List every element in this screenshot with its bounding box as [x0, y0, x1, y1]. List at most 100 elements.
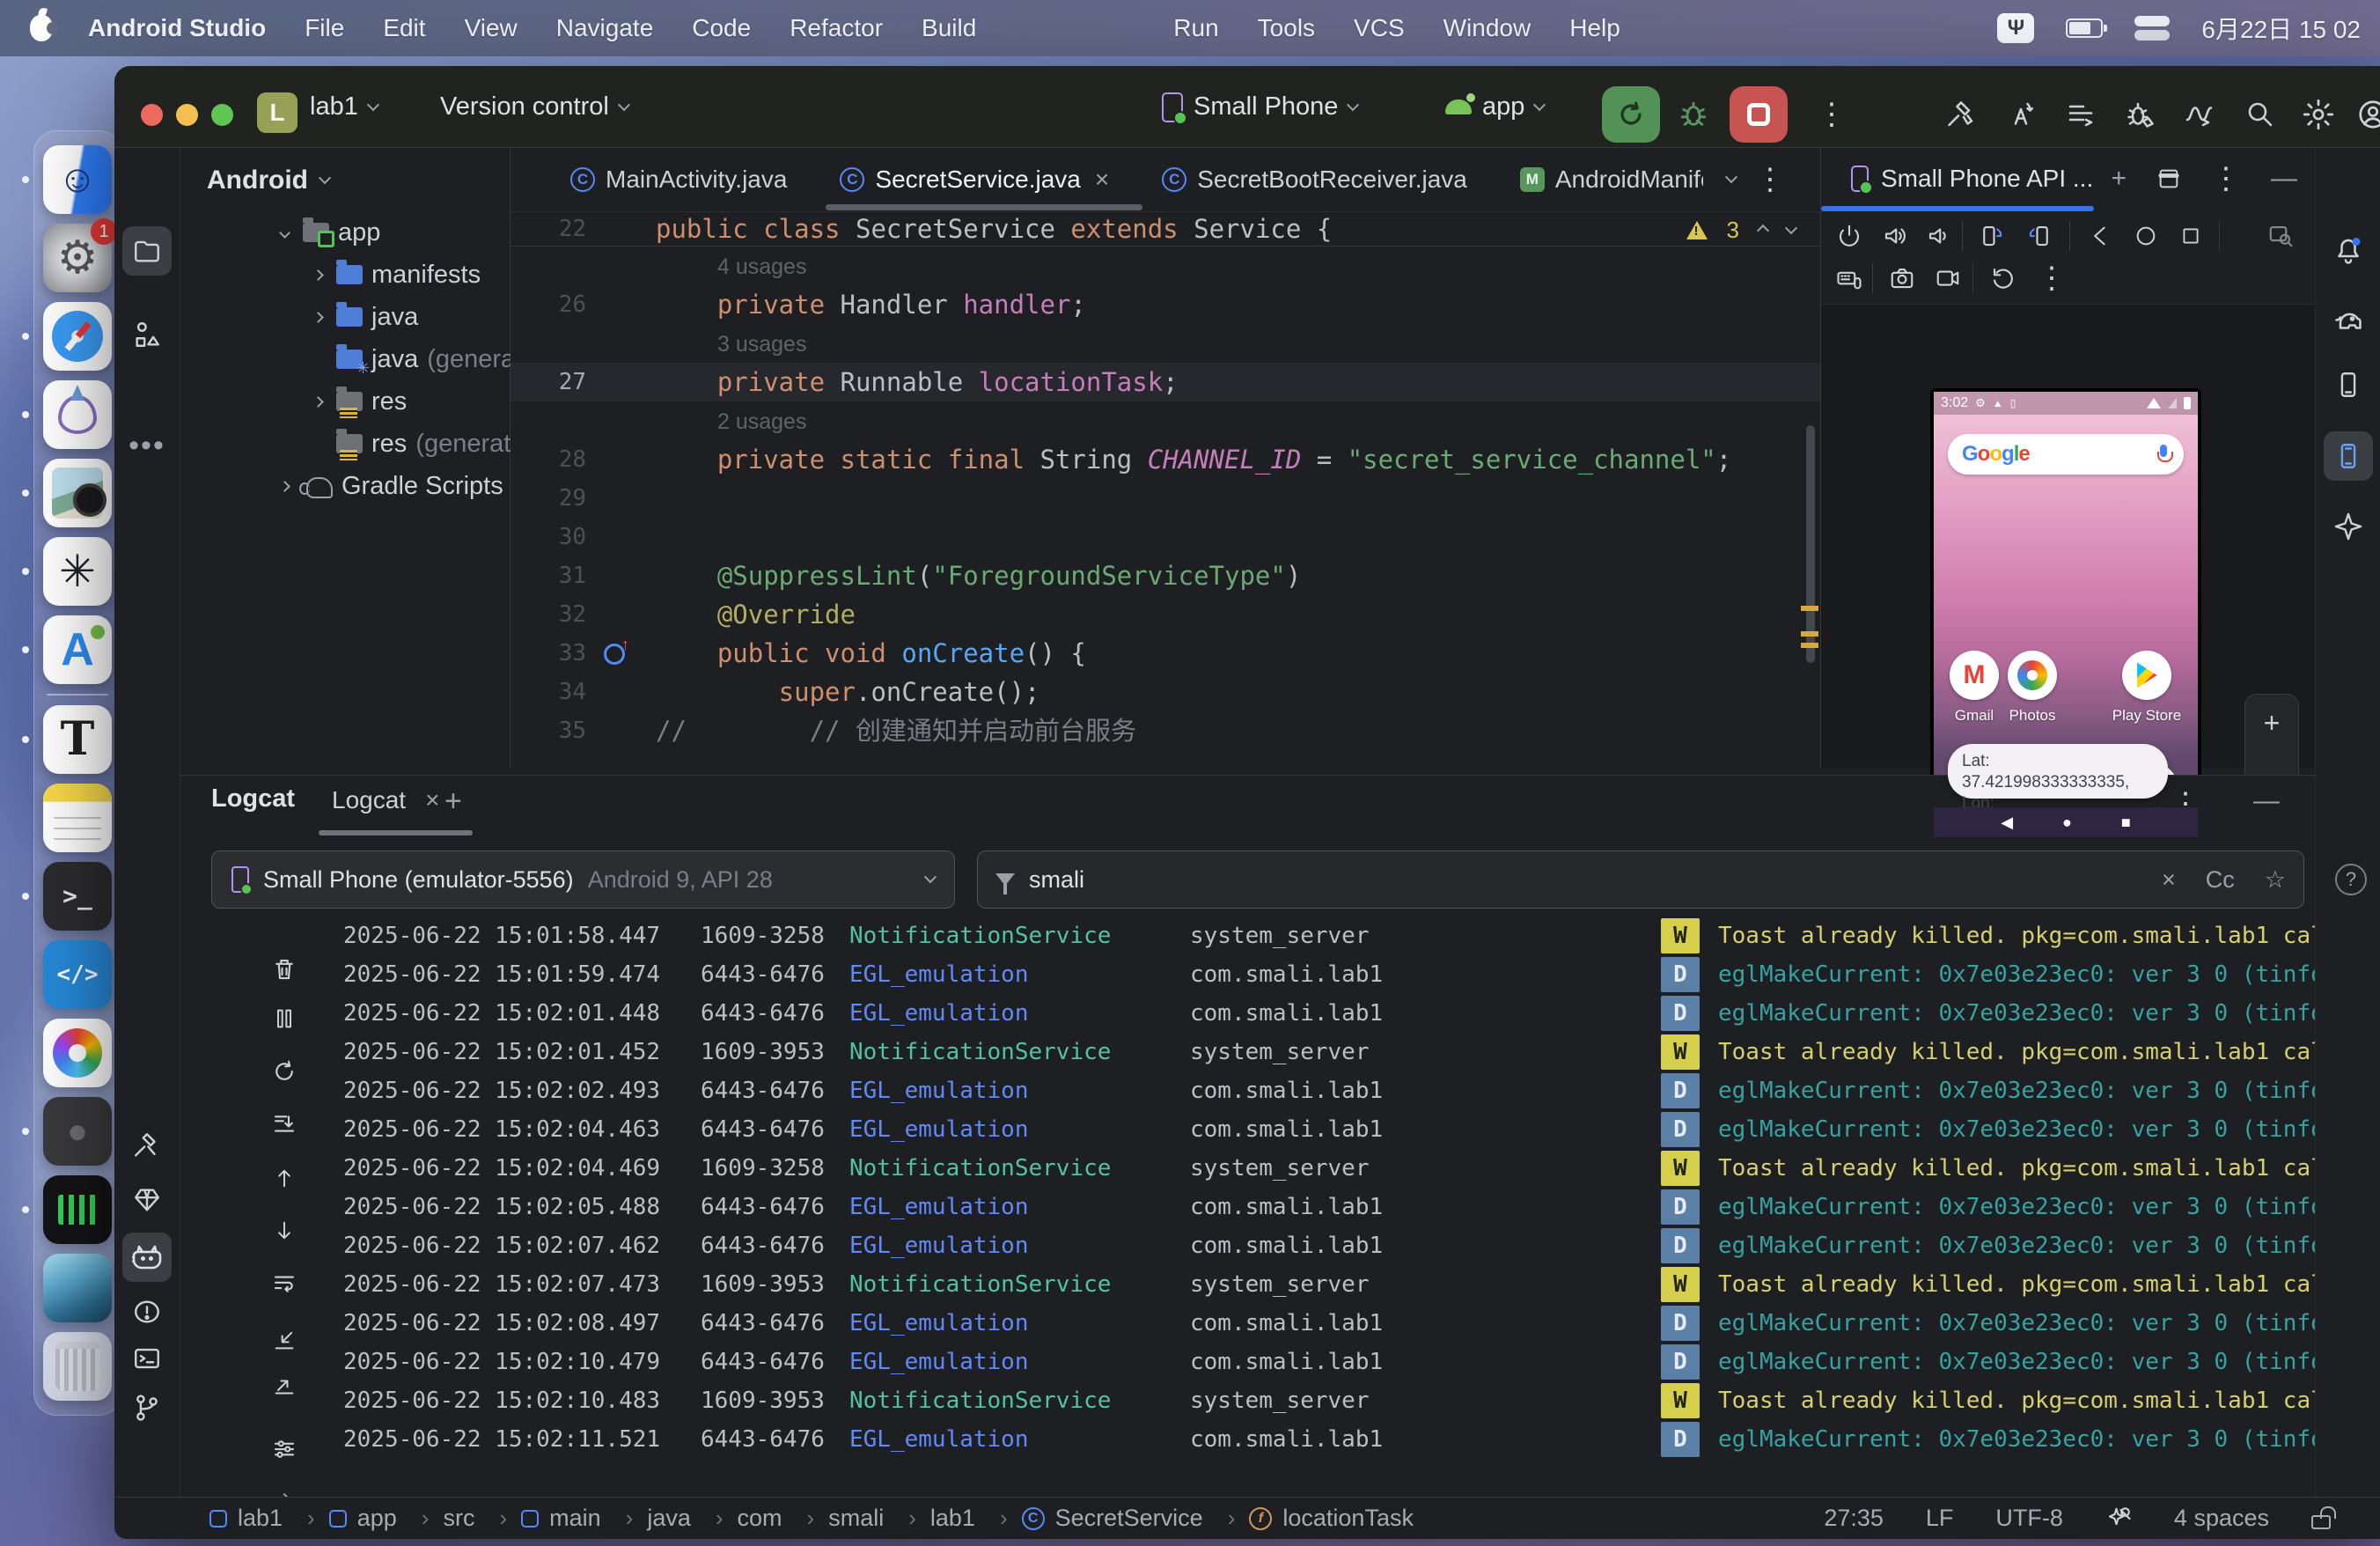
zoom-window-button[interactable]	[211, 104, 233, 126]
app-icon[interactable]	[43, 302, 112, 371]
debug-button[interactable]	[1671, 92, 1716, 137]
previous-occurrence-icon[interactable]	[260, 1159, 309, 1197]
running-devices-button[interactable]	[2324, 431, 2373, 481]
soft-wrap-icon[interactable]	[260, 1264, 309, 1303]
log-entry[interactable]: 2025-06-22 15:02:10.479 6443-6476 EGL_em…	[330, 1343, 2315, 1381]
app-icon[interactable]: >_	[43, 862, 112, 931]
emulator-phone[interactable]: 3:02 ⚙▲▯ Google	[1930, 388, 2201, 841]
tree-item[interactable]: java	[180, 296, 510, 338]
nav-recents-button[interactable]: ■	[2121, 813, 2131, 832]
code-line[interactable]: 29	[511, 479, 1820, 518]
breadcrumb-item[interactable]: locationTask ›	[1249, 1505, 1414, 1532]
tree-item[interactable]: Gradle Scripts	[180, 465, 510, 507]
code-line[interactable]: 32 @Override	[511, 595, 1820, 634]
sticky-header-line[interactable]: 22 public class SecretService extends Se…	[511, 211, 1820, 247]
code-line[interactable]: 26 private Handler handler;	[511, 285, 1820, 324]
google-mic-icon[interactable]	[2157, 445, 2170, 464]
apply-changes-icon[interactable]	[1998, 92, 2044, 137]
app-icon[interactable]	[43, 784, 112, 852]
search-everywhere-icon[interactable]	[2237, 92, 2283, 137]
app-icon[interactable]	[43, 459, 112, 527]
dock-item[interactable]	[43, 1332, 112, 1401]
code-line[interactable]: 28 private static final String CHANNEL_I…	[511, 440, 1820, 479]
logcat-tab[interactable]: Logcat×	[332, 786, 439, 814]
close-window-button[interactable]	[141, 104, 163, 126]
home-button-icon[interactable]	[2127, 217, 2165, 255]
log-entry[interactable]: 2025-06-22 15:02:01.448 6443-6476 EGL_em…	[330, 994, 2315, 1033]
menu-item[interactable]: VCS	[1354, 14, 1405, 42]
code-line[interactable]: 30	[511, 518, 1820, 556]
app-icon[interactable]: ●	[43, 1097, 112, 1166]
editor-tab[interactable]: C SecretService.java ×	[815, 148, 1134, 211]
code-line[interactable]: 35 // // 创建通知并启动前台服务	[511, 711, 1820, 750]
layout-icon[interactable]	[2156, 166, 2181, 191]
account-profile-icon[interactable]	[2350, 92, 2380, 137]
app-quality-insights-button[interactable]	[122, 1175, 172, 1225]
rotate-right-icon[interactable]	[2020, 217, 2059, 255]
app-icon[interactable]: ✳	[43, 537, 112, 606]
menu-item[interactable]: Build	[922, 14, 976, 42]
phone-screen[interactable]: 3:02 ⚙▲▯ Google	[1934, 392, 2198, 837]
dock-item[interactable]: ⚙ 1	[43, 224, 112, 292]
log-entry[interactable]: 2025-06-22 15:01:58.447 1609-3258 Notifi…	[330, 917, 2315, 955]
breadcrumb-item[interactable]: com ›	[738, 1505, 829, 1532]
window-titlebar[interactable]: L lab1 Version control Small Phone app	[114, 66, 2380, 148]
log-entry[interactable]: 2025-06-22 15:02:04.463 6443-6476 EGL_em…	[330, 1110, 2315, 1149]
clear-filter-icon[interactable]: ×	[2162, 866, 2176, 894]
clock[interactable]: 6月22日 15 02	[2201, 11, 2361, 46]
stop-button[interactable]	[1730, 86, 1788, 143]
power-button-icon[interactable]	[1830, 217, 1869, 255]
file-lock-icon[interactable]	[2311, 1515, 2331, 1529]
menu-item[interactable]: Window	[1443, 14, 1532, 42]
app-icon[interactable]: </>	[43, 940, 112, 1009]
tree-chevron-icon[interactable]	[279, 227, 290, 239]
problems-tool-button[interactable]	[122, 1287, 172, 1336]
logcat-device-selector[interactable]: Small Phone (emulator-5556) Android 9, A…	[211, 850, 955, 909]
breadcrumb-item[interactable]: SecretService ›	[1022, 1505, 1250, 1532]
dock-item[interactable]	[43, 1019, 112, 1087]
dock-item[interactable]	[43, 459, 112, 527]
export-logs-icon[interactable]	[260, 1365, 309, 1403]
code-line[interactable]: 31 @SuppressLint("ForegroundServiceType"…	[511, 556, 1820, 595]
menu-item[interactable]: Edit	[383, 14, 425, 42]
menu-item[interactable]: Android Studio	[88, 14, 266, 42]
phone-app-icon[interactable]: M Gmail	[1943, 651, 2005, 725]
screenshot-search-icon[interactable]	[2261, 217, 2300, 255]
structure-tool-button[interactable]	[122, 310, 172, 359]
log-entry[interactable]: 2025-06-22 15:02:07.462 6443-6476 EGL_em…	[330, 1226, 2315, 1265]
minimize-window-button[interactable]	[176, 104, 198, 126]
favorite-filter-icon[interactable]: ☆	[2265, 866, 2286, 894]
snapshot-reset-icon[interactable]	[1984, 259, 2023, 298]
recents-button-icon[interactable]	[2171, 217, 2210, 255]
tab-list-chevron[interactable]	[1727, 148, 1736, 211]
dock-item[interactable]: </>	[43, 940, 112, 1009]
menu-item[interactable]: Refactor	[790, 14, 883, 42]
app-icon[interactable]	[43, 1175, 112, 1244]
app-icon[interactable]	[43, 1332, 112, 1401]
build-tool-button[interactable]	[122, 1121, 172, 1170]
dock-item[interactable]: ✳	[43, 537, 112, 606]
terminal-tool-button[interactable]	[122, 1334, 172, 1383]
log-entry[interactable]: 2025-06-22 15:02:10.483 1609-3953 Notifi…	[330, 1381, 2315, 1420]
project-tool-button[interactable]	[122, 226, 172, 276]
device-selector[interactable]: Small Phone	[1162, 66, 1357, 148]
tree-item[interactable]: app	[180, 211, 510, 254]
editor-tab[interactable]: C MainActivity.java ×	[546, 148, 812, 211]
dock-item[interactable]	[43, 302, 112, 371]
gemini-tool-button[interactable]	[2324, 502, 2373, 551]
dock-item[interactable]: A	[43, 615, 112, 684]
apply-code-changes-icon[interactable]	[2118, 92, 2163, 137]
file-encoding[interactable]: UTF-8	[1995, 1505, 2063, 1532]
breadcrumb-item[interactable]: java ›	[647, 1505, 737, 1532]
warning-stripe[interactable]	[1801, 643, 1818, 648]
notifications-bell-icon[interactable]	[2324, 226, 2373, 276]
breadcrumb-item[interactable]: src ›	[443, 1505, 521, 1532]
close-logcat-tab-icon[interactable]: ×	[425, 786, 439, 814]
warning-stripe[interactable]	[1801, 606, 1818, 611]
logcat-tool-button[interactable]	[122, 1233, 172, 1282]
settings-gear-icon[interactable]	[2296, 92, 2341, 137]
app-icon[interactable]: A	[43, 615, 112, 684]
editor-tab[interactable]: C SecretBootReceiver.java ×	[1137, 148, 1492, 211]
tree-chevron-icon[interactable]	[312, 312, 324, 323]
volume-down-icon[interactable]	[1920, 217, 1958, 255]
